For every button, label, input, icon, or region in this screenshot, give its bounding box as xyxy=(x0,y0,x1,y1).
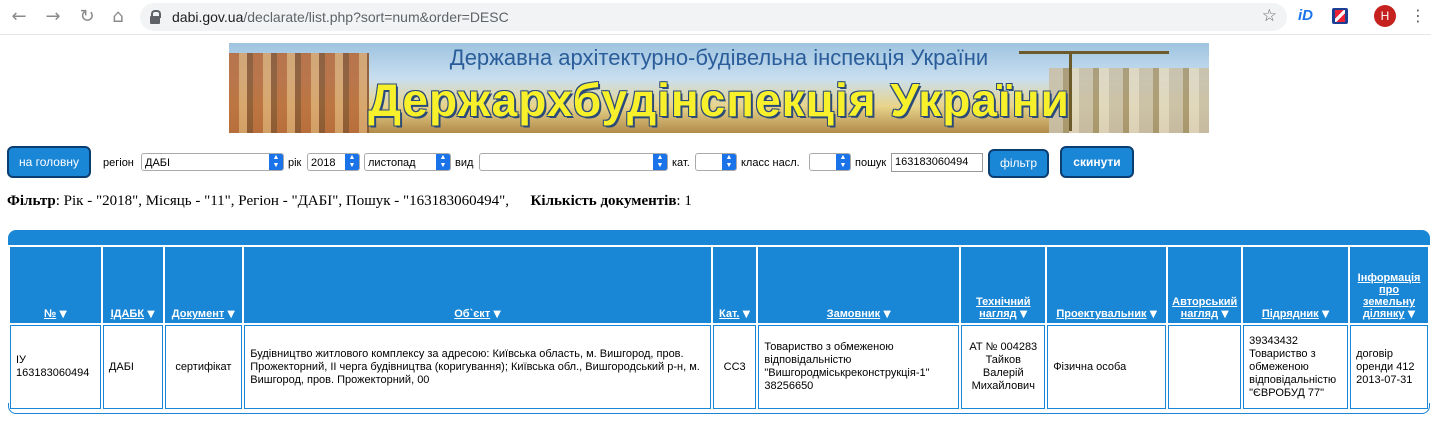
sort-arrow-icon: ▼ xyxy=(227,309,235,320)
filter-summary: Фільтр: Рік - "2018", Місяць - "11", Рег… xyxy=(7,193,692,210)
cell-customer: Товариство з обмеженою відповідальністю … xyxy=(758,325,960,409)
header-author-supervision[interactable]: Авторський нагляд ▼ xyxy=(1168,247,1242,323)
lock-icon[interactable] xyxy=(150,10,161,24)
header-contractor[interactable]: Підрядник ▼ xyxy=(1243,247,1349,323)
category-label: кат. xyxy=(672,157,690,169)
region-select-arrow-icon: ▲ ▼ xyxy=(269,154,283,170)
header-object[interactable]: Об`єкт ▼ xyxy=(244,247,711,323)
sort-arrow-icon: ▼ xyxy=(1149,309,1158,320)
search-input[interactable]: 163183060494 xyxy=(891,153,983,172)
cell-category: СС3 xyxy=(712,325,757,409)
browser-toolbar: ← → ↻ ⌂ dabi.gov.ua/declarate/list.php?s… xyxy=(0,0,1431,35)
year-label: рік xyxy=(288,157,302,169)
cell-contractor: 39343432 Товариство з обмеженою відповід… xyxy=(1243,325,1349,409)
region-select[interactable]: ДАБІ ▲ ▼ xyxy=(141,153,284,171)
month-select[interactable]: листопад ▲ ▼ xyxy=(364,153,451,171)
cell-num: ІУ 163183060494 xyxy=(10,325,101,409)
menu-dots-icon[interactable]: ⋮ xyxy=(1410,6,1426,25)
month-select-arrow-icon: ▲ ▼ xyxy=(436,154,450,170)
cell-author-supervision xyxy=(1168,325,1242,409)
url-text: dabi.gov.ua/declarate/list.php?sort=num&… xyxy=(172,9,509,25)
year-select[interactable]: 2018 ▲ ▼ xyxy=(307,153,360,171)
header-customer[interactable]: Замовник ▼ xyxy=(758,247,960,323)
reload-icon[interactable]: ↻ xyxy=(76,6,98,28)
sort-arrow-icon: ▼ xyxy=(1321,309,1330,320)
reset-button[interactable]: скинути xyxy=(1060,146,1134,178)
site-banner: Державна архітектурно-будівельна інспекц… xyxy=(229,43,1209,133)
document-count-label: Кількість документів xyxy=(530,193,677,209)
profile-avatar[interactable]: H xyxy=(1374,5,1396,27)
table-top-bar xyxy=(8,230,1430,246)
sort-arrow-icon: ▼ xyxy=(1407,309,1416,320)
sort-arrow-icon: ▼ xyxy=(883,309,891,320)
sort-arrow-icon: ▼ xyxy=(493,309,501,320)
header-document[interactable]: Документ ▼ xyxy=(164,247,243,323)
header-idabk[interactable]: ІДАБК ▼ xyxy=(102,247,163,323)
sort-arrow-icon: ▼ xyxy=(1221,309,1229,320)
cell-document: сертифікат xyxy=(164,325,243,409)
year-select-arrow-icon: ▲ ▼ xyxy=(345,154,359,170)
class-label: класс насл. xyxy=(741,157,800,169)
cell-idabk: ДАБІ xyxy=(102,325,163,409)
header-category[interactable]: Кат. ▼ xyxy=(712,247,757,323)
extension-id-icon[interactable]: iD xyxy=(1298,7,1313,24)
back-icon[interactable]: ← xyxy=(8,6,30,28)
table-bottom-bar xyxy=(8,403,1430,414)
category-select[interactable]: ▲ ▼ xyxy=(695,153,737,171)
sort-arrow-icon: ▼ xyxy=(147,309,155,320)
sort-arrow-icon: ▼ xyxy=(59,309,67,320)
cell-land-info: договір оренди 412 2013-07-31 xyxy=(1350,325,1428,409)
class-select-arrow-icon: ▲ ▼ xyxy=(836,154,850,170)
extension-flag-icon[interactable] xyxy=(1332,8,1348,24)
forward-icon[interactable]: → xyxy=(42,6,64,28)
cell-tech-supervision: АТ № 004283 Тайков Валерій Михайлович xyxy=(961,325,1046,409)
address-bar[interactable]: dabi.gov.ua/declarate/list.php?sort=num&… xyxy=(140,3,1287,31)
home-button[interactable]: на головну xyxy=(7,146,91,178)
type-label: вид xyxy=(455,157,474,169)
type-select[interactable]: ▲ ▼ xyxy=(479,153,668,171)
document-count-value: : 1 xyxy=(676,193,692,209)
cell-designer: Фізична особа xyxy=(1047,325,1167,409)
type-select-arrow-icon: ▲ ▼ xyxy=(653,154,667,170)
search-label: пошук xyxy=(855,157,887,169)
sort-arrow-icon: ▼ xyxy=(742,309,751,320)
category-select-arrow-icon: ▲ ▼ xyxy=(722,154,736,170)
table-row: ІУ 163183060494 ДАБІ сертифікат Будівниц… xyxy=(10,325,1428,409)
home-icon[interactable]: ⌂ xyxy=(107,6,129,28)
class-select[interactable]: ▲ ▼ xyxy=(809,153,851,171)
header-designer[interactable]: Проектувальник ▼ xyxy=(1047,247,1167,323)
filter-summary-text: : Рік - "2018", Місяць - "11", Регіон - … xyxy=(55,193,510,209)
declarations-table: № ▼ ІДАБК ▼ Документ ▼ Об`єкт ▼ Кат. ▼ З… xyxy=(8,245,1430,411)
sort-arrow-icon: ▼ xyxy=(1019,309,1028,320)
header-land-info[interactable]: Інформація про земельну ділянку ▼ xyxy=(1350,247,1428,323)
header-num[interactable]: № ▼ xyxy=(10,247,101,323)
banner-subtitle: Державна архітектурно-будівельна інспекц… xyxy=(449,45,989,70)
filter-button[interactable]: фільтр xyxy=(988,149,1049,178)
banner-title: Держархбудінспекція України xyxy=(368,74,1070,126)
region-label: регіон xyxy=(103,157,134,169)
header-tech-supervision[interactable]: Технічний нагляд ▼ xyxy=(961,247,1046,323)
cell-object: Будівництво житлового комплексу за адрес… xyxy=(244,325,711,409)
filter-summary-label: Фільтр xyxy=(7,193,56,209)
bookmark-star-icon[interactable]: ☆ xyxy=(1262,6,1277,26)
